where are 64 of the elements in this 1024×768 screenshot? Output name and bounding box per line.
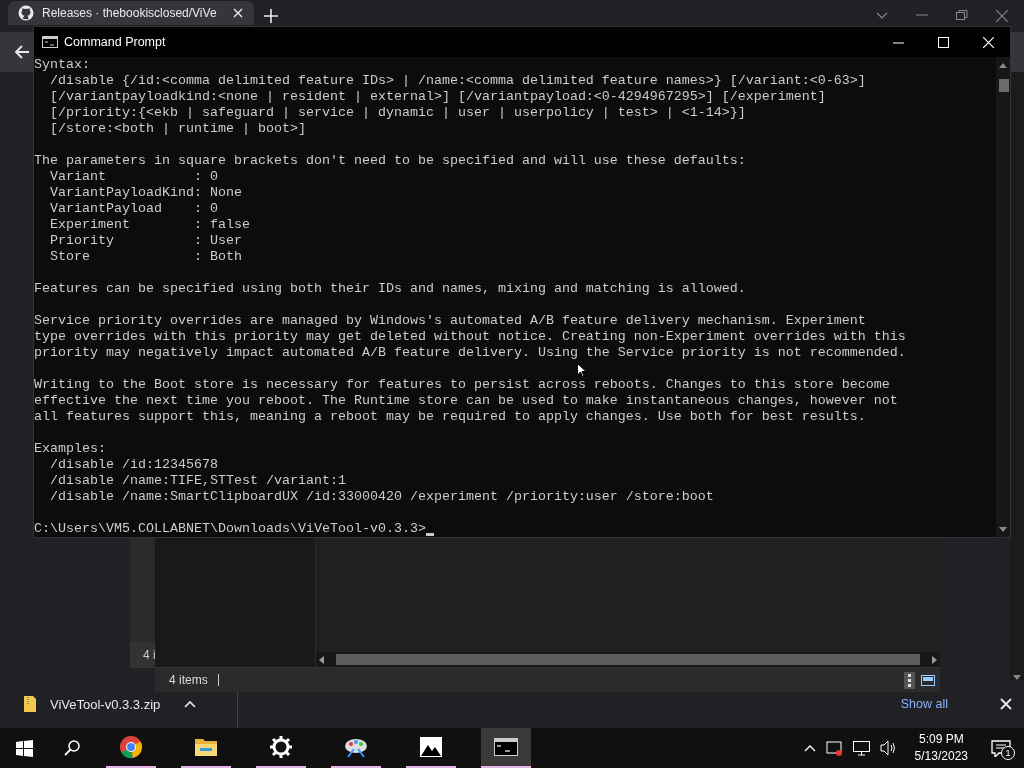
windows-start-icon[interactable]: [15, 739, 33, 757]
browser-tab[interactable]: Releases · thebookisclosed/ViVe: [8, 1, 254, 25]
console-line: VariantPayloadKind: None: [49, 185, 243, 201]
scroll-left-icon[interactable]: [319, 655, 324, 664]
console-line: effective the next time you reboot. The Runtime store can be used to make instantaneous changes, however not: [34, 393, 899, 409]
console-line: all features support this, meaning a reboot may be required to apply changes. Use both for best results.: [34, 409, 867, 425]
console-icon: [494, 735, 518, 759]
volume-icon[interactable]: [879, 740, 897, 756]
console-line: /disable /name:SmartClipboardUX /id:33000420 /experiment /priority:user /store:boot: [49, 489, 715, 505]
caret-up-icon[interactable]: [184, 699, 196, 709]
chevron-down-icon[interactable]: [876, 10, 888, 20]
scroll-thumb[interactable]: [336, 654, 920, 665]
console-line: [/store:<both | runtime | boot>]: [49, 121, 307, 137]
console-line: Variant : 0: [49, 169, 219, 185]
console-line: Features can be specified using both their IDs and names, mixing and matching is allowed.: [34, 281, 747, 297]
image-icon: [419, 735, 443, 759]
horizontal-scrollbar[interactable]: [316, 652, 940, 667]
details-view-icon[interactable]: [908, 673, 911, 687]
notification-count: 1: [1001, 746, 1015, 760]
time: 5:09 PM: [918, 731, 964, 748]
scroll-up-icon[interactable]: [999, 63, 1007, 68]
show-all-link[interactable]: Show all: [900, 697, 948, 711]
search-icon[interactable]: [64, 740, 80, 756]
window-title: Command Prompt: [64, 35, 167, 49]
large-icons-view-icon[interactable]: [921, 674, 935, 686]
date: 5/13/2023: [914, 748, 968, 765]
console-line: /disable {/id:<comma delimited feature IDs> | /name:<comma delimited feature names>} [/variant:<0-63>]: [49, 73, 867, 89]
console-line: [/variantpayloadkind:<none | resident | external>] [/variantpayload:<0-4294967295>] [/experiment]: [49, 89, 827, 105]
console-line: [/priority:{<ekb | safeguard | service | dynamic | user | userpolicy | test> | <1-14>}]: [49, 105, 747, 121]
scrollbar[interactable]: [996, 57, 1010, 537]
restore-icon[interactable]: [956, 10, 968, 20]
scroll-right-icon[interactable]: [932, 655, 937, 664]
console-icon: [42, 36, 58, 48]
maximize-icon[interactable]: [938, 36, 949, 48]
console-line: Store : Both: [49, 249, 243, 265]
scroll-down-icon[interactable]: [999, 527, 1007, 532]
network-icon[interactable]: [852, 740, 870, 756]
clock[interactable]: 5:09 PM 5/13/2023: [906, 731, 976, 765]
console-line: Syntax:: [34, 57, 91, 73]
chrome-icon: [119, 735, 143, 759]
mouse-pointer-icon: [577, 363, 587, 377]
console-line: /disable /id:12345678: [49, 457, 219, 473]
back-arrow-icon[interactable]: [14, 44, 30, 60]
text-cursor: [425, 533, 434, 536]
github-icon: [18, 5, 34, 21]
console-line: Examples:: [34, 441, 107, 457]
console-line: The parameters in square brackets don't need to be specified and will use these defaults:: [34, 153, 747, 169]
console-line: /disable /name:TIFE,STTest /variant:1: [49, 473, 347, 489]
new-tab-icon[interactable]: [264, 9, 278, 23]
console-line: Priority : User: [49, 233, 243, 249]
command-prompt-line: C:\Users\VM5.COLLABNET\Downloads\ViVeTool-v0.3.3>: [34, 521, 426, 537]
notification-icon[interactable]: [991, 739, 1011, 757]
console-line: Writing to the Boot store is necessary for features to persist across reboots. Changes to this store become: [34, 377, 891, 393]
scroll-thumb[interactable]: [999, 79, 1009, 92]
zip-file-icon: [24, 696, 36, 712]
console-line: priority may negatively impact automated A/B feature delivery. Using the Service priority is not recommended.: [34, 345, 907, 361]
console-line: Service priority overrides are managed by Windows's automated A/B feature delivery mechanism. Experiment: [34, 313, 867, 329]
console-line: type overrides with this priority may get deleted without notice. Creating non-Experiment overrides with this: [34, 329, 907, 345]
chevron-up-icon[interactable]: [803, 743, 816, 753]
settings-icon: [269, 735, 293, 759]
app-tray-icon[interactable]: [825, 739, 843, 757]
console-line: VariantPayload : 0: [49, 201, 219, 217]
console-line: Experiment : false: [49, 217, 251, 233]
taskbar-button[interactable]: [481, 728, 531, 768]
